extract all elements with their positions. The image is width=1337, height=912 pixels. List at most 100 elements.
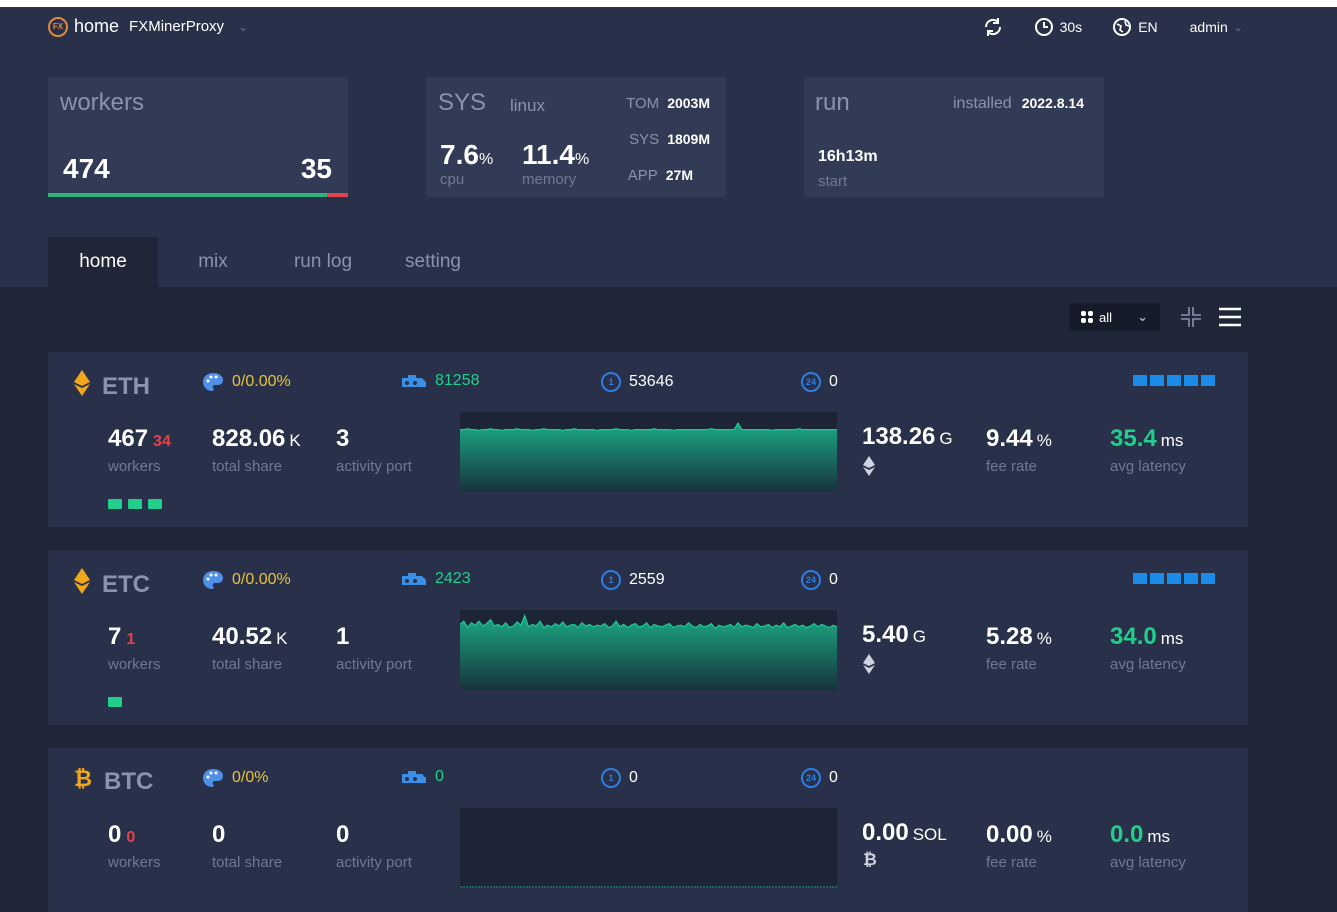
coin-latency-label: avg latency <box>1110 458 1186 475</box>
globe-icon <box>1113 18 1132 36</box>
chevron-down-icon[interactable]: ⌄ <box>238 20 248 34</box>
pool-status-block <box>1133 375 1147 386</box>
coin-total-share-unit: K <box>276 629 288 648</box>
coin-total-share: 0 <box>212 821 226 848</box>
total-share-metric: 0 total share <box>212 821 282 871</box>
hashrate-metric: 5.40 G <box>862 621 926 649</box>
coin-hashrate-unit: G <box>912 627 926 646</box>
memory-value: 11.4% <box>522 139 590 170</box>
port-dot <box>148 499 162 509</box>
coin-fee-rate-label: fee rate <box>986 656 1037 673</box>
coin-activity-port-label: activity port <box>336 854 412 871</box>
fee-ratio: 0/0.00% <box>202 570 291 590</box>
coin-fee-rate-label: fee rate <box>986 458 1037 475</box>
top-bar: FX home FXMinerProxy ⌄ 30s EN admin ⌄ <box>0 7 1337 47</box>
port-dot <box>108 499 122 509</box>
pool-status-block <box>1184 375 1198 386</box>
brand[interactable]: FX home FXMinerProxy ⌄ <box>48 16 248 37</box>
workers-metric: 71 workers <box>108 623 161 673</box>
coin-symbol: BTC <box>104 767 154 795</box>
twenty-four-hour-icon: 24 <box>801 570 821 590</box>
coin-activity-port: 3 <box>336 425 350 452</box>
one-hour-icon: 1 <box>601 768 621 788</box>
mining-rig-icon <box>402 375 426 387</box>
shares-24h: 24 0 <box>801 570 838 590</box>
mining-rig-icon <box>402 573 426 585</box>
hashrate-chart-svg <box>460 886 837 888</box>
coin-total-share-unit: K <box>289 431 301 450</box>
header-actions: 30s EN admin ⌄ <box>952 15 1243 39</box>
coin-workers-label: workers <box>108 656 161 673</box>
coin-activity-port: 1 <box>336 623 350 650</box>
refresh-button[interactable] <box>982 16 1004 38</box>
coin-filter-select[interactable]: all ⌄ <box>1069 303 1160 331</box>
total-share-metric: 828.06 K total share <box>212 425 301 475</box>
coin-header: ETC <box>74 568 150 601</box>
pool-status-block <box>1167 573 1181 584</box>
workers-metric: 467 34 workers <box>108 425 171 475</box>
pool-status-block <box>1201 375 1215 386</box>
one-hour-icon: 1 <box>601 372 621 392</box>
home-link[interactable]: home <box>74 16 119 37</box>
sys-card: SYS linux 7.6% cpu 11.4% memory TOM 2003M… <box>426 77 726 197</box>
coin-rigs: 0 <box>435 768 444 785</box>
tom-memory: TOM 2003M <box>626 95 710 112</box>
coin-shares-24h: 0 <box>829 373 838 390</box>
coin-latency: 35.4 <box>1110 425 1157 452</box>
coin-workers-label: workers <box>108 458 161 475</box>
tab-setting[interactable]: setting <box>378 237 488 287</box>
shares-1h: 1 0 <box>601 768 638 788</box>
latency-metric: 35.4 ms avg latency <box>1110 425 1186 475</box>
main-tabs: home mix run log setting <box>48 237 488 287</box>
uptime-value: 16h13m <box>818 148 878 165</box>
latency-metric: 0.0 ms avg latency <box>1110 821 1186 871</box>
hashrate-line <box>460 422 837 432</box>
refresh-icon[interactable] <box>982 16 1004 38</box>
pool-status-block <box>1184 573 1198 584</box>
algo-ethereum-classic-icon <box>863 654 875 679</box>
coin-fee-rate-unit: % <box>1036 827 1052 846</box>
coin-hashrate: 138.26 <box>862 423 936 450</box>
language-button[interactable]: EN <box>1112 17 1158 37</box>
coin-total-share: 828.06 <box>212 425 286 452</box>
tab-mix[interactable]: mix <box>158 237 268 287</box>
cpu-value: 7.6% <box>440 139 494 170</box>
fee-rate-metric: 5.28% fee rate <box>986 623 1052 673</box>
tab-run-log[interactable]: run log <box>268 237 378 287</box>
fee-rate-metric: 9.44% fee rate <box>986 425 1052 475</box>
coin-card-eth: ETH 0/0.00% 81258 1 53646 24 0 467 34 wor… <box>48 352 1248 527</box>
coin-header: ₿ BTC <box>74 766 153 797</box>
coin-fee-ratio: 0/0% <box>232 769 269 786</box>
coin-card-btc: ₿ BTC 0/0% 0 1 0 24 0 0 0 workers 0 total… <box>48 748 1248 912</box>
palette-icon <box>203 373 223 391</box>
coin-fee-rate-unit: % <box>1036 629 1052 648</box>
workers-ratio-bar <box>48 193 348 197</box>
coin-shares-1h: 0 <box>629 769 638 786</box>
coin-symbol: ETH <box>102 372 150 400</box>
workers-card-title: workers <box>60 89 145 116</box>
user-menu[interactable]: admin ⌄ <box>1190 19 1243 35</box>
tab-home[interactable]: home <box>48 237 158 287</box>
svg-text:₿: ₿ <box>74 767 92 790</box>
summary-band: workers 474 35 SYS linux 7.6% cpu 11.4% … <box>0 47 1337 287</box>
app-selector[interactable]: FXMinerProxy <box>129 18 224 35</box>
fee-ratio: 0/0.00% <box>202 372 291 392</box>
collapse-icon[interactable] <box>1180 306 1202 328</box>
shares-24h: 24 0 <box>801 768 838 788</box>
coin-hashrate-unit: SOL <box>912 825 947 844</box>
app-window: FX home FXMinerProxy ⌄ 30s EN admin ⌄ wo… <box>0 7 1337 912</box>
coin-hashrate-unit: G <box>939 429 953 448</box>
algo-ethereum-icon <box>863 456 875 481</box>
coin-latency-unit: ms <box>1147 827 1171 846</box>
hashrate-metric: 138.26 G <box>862 423 953 451</box>
coin-latency: 34.0 <box>1110 623 1157 650</box>
coin-total-share-label: total share <box>212 656 283 673</box>
hashrate-chart <box>460 610 837 690</box>
coin-workers-label: workers <box>108 854 161 871</box>
coin-latency: 0.0 <box>1110 821 1144 848</box>
rig-count: 2423 <box>401 570 471 588</box>
coin-fee-rate: 5.28 <box>986 623 1033 650</box>
refresh-interval-button[interactable]: 30s <box>1034 17 1082 37</box>
workers-card: workers 474 35 <box>48 77 348 197</box>
list-view-icon[interactable] <box>1218 306 1242 328</box>
